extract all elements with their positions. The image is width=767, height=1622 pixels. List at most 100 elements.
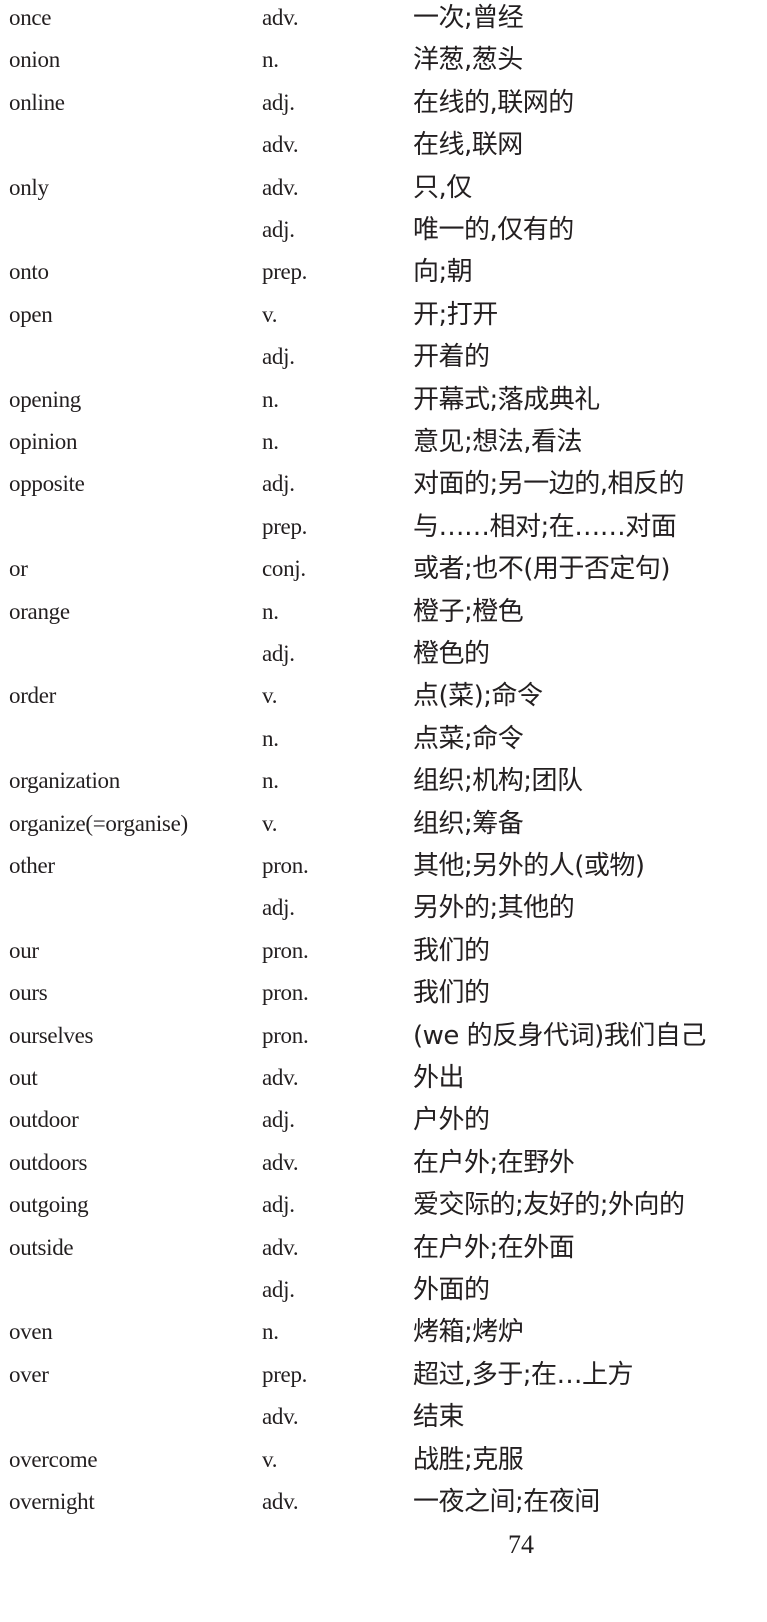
chinese-meaning: 唯一的,仅有的 — [413, 215, 574, 245]
part-of-speech: adv. — [262, 1149, 299, 1175]
vocab-entry-row: outside adv. 在户外;在外面 — [0, 1230, 767, 1272]
headword: onion — [9, 47, 60, 73]
headword: onto — [9, 259, 49, 285]
chinese-meaning: 户外的 — [413, 1105, 490, 1136]
vocab-entry-row: organization n. 组织;机构;团队 — [0, 763, 767, 805]
vocab-entry-row: organize(=organise) v. 组织;筹备 — [0, 806, 767, 848]
vocab-entry-row: order v. 点(菜);命令 — [0, 678, 767, 720]
vocab-entry-row: outdoor adj. 户外的 — [0, 1102, 767, 1144]
vocab-entry-row: n. 点菜;命令 — [0, 721, 767, 763]
part-of-speech: n. — [262, 47, 279, 73]
vocab-entry-row: adv. 在线,联网 — [0, 127, 767, 169]
chinese-meaning: 在线的,联网的 — [413, 87, 574, 118]
chinese-meaning: 洋葱,葱头 — [413, 45, 523, 76]
vocab-entry-row: adj. 唯一的,仅有的 — [0, 212, 767, 254]
headword: organize(=organise) — [9, 810, 188, 836]
part-of-speech: v. — [262, 810, 278, 836]
headword: ours — [9, 980, 48, 1006]
chinese-meaning: 外面的 — [413, 1275, 490, 1305]
chinese-meaning: 对面的;另一边的,相反的 — [413, 469, 685, 500]
chinese-meaning: 组织;机构;团队 — [413, 766, 583, 797]
part-of-speech: adv. — [262, 1234, 299, 1260]
part-of-speech: v. — [262, 683, 278, 709]
part-of-speech: n. — [262, 768, 279, 794]
part-of-speech: pron. — [262, 980, 309, 1006]
part-of-speech: adj. — [262, 895, 295, 921]
headword: or — [9, 556, 28, 582]
headword: online — [9, 89, 65, 115]
part-of-speech: adj. — [262, 1277, 295, 1302]
page-number: 74 — [508, 1530, 534, 1559]
vocab-entry-row: overcome v. 战胜;克服 — [0, 1442, 767, 1484]
headword: open — [9, 301, 53, 327]
chinese-meaning: 一夜之间;在夜间 — [413, 1487, 600, 1517]
chinese-meaning: 点(菜);命令 — [413, 681, 543, 712]
vocab-entry-row: outgoing adj. 爱交际的;友好的;外向的 — [0, 1187, 767, 1229]
chinese-meaning: 在线,联网 — [413, 130, 523, 161]
chinese-meaning: 只,仅 — [413, 172, 472, 203]
part-of-speech: n. — [262, 598, 279, 624]
part-of-speech: prep. — [262, 513, 308, 539]
part-of-speech: prep. — [262, 259, 308, 285]
chinese-meaning: 超过,多于;在…上方 — [413, 1359, 634, 1390]
vocab-entry-row: prep. 与……相对;在……对面 — [0, 509, 767, 551]
part-of-speech: adv. — [262, 132, 299, 158]
chinese-meaning: 橙色的 — [413, 639, 490, 669]
chinese-meaning: (we 的反身代词)我们自己 — [413, 1020, 706, 1051]
vocab-entry-row: opening n. 开幕式;落成典礼 — [0, 382, 767, 424]
vocab-entry-row: overnight adv. 一夜之间;在夜间 — [0, 1484, 767, 1526]
part-of-speech: v. — [262, 1446, 278, 1472]
headword: opinion — [9, 429, 78, 454]
chinese-meaning: 或者;也不(用于否定句) — [413, 554, 671, 585]
vocab-entry-row: oven n. 烤箱;烤炉 — [0, 1314, 767, 1356]
part-of-speech: adj. — [262, 1107, 295, 1133]
part-of-speech: n. — [262, 386, 279, 412]
vocab-entry-row: orange n. 橙子;橙色 — [0, 594, 767, 636]
headword: our — [9, 937, 39, 963]
part-of-speech: prep. — [262, 1361, 308, 1387]
part-of-speech: pron. — [262, 1022, 309, 1048]
vocab-entry-row: other pron. 其他;另外的人(或物) — [0, 848, 767, 890]
vocab-entry-row: outdoors adv. 在户外;在野外 — [0, 1145, 767, 1187]
part-of-speech: n. — [262, 1319, 279, 1345]
part-of-speech: adj. — [262, 89, 295, 115]
headword: ourselves — [9, 1022, 94, 1048]
vocab-entry-row: adj. 橙色的 — [0, 636, 767, 678]
headword: over — [9, 1361, 49, 1387]
chinese-meaning: 开;打开 — [413, 299, 498, 330]
chinese-meaning: 其他;另外的人(或物) — [413, 851, 645, 881]
chinese-meaning: 与……相对;在……对面 — [413, 511, 677, 542]
vocab-entry-row: adj. 另外的;其他的 — [0, 890, 767, 932]
vocab-entry-row: open v. 开;打开 — [0, 297, 767, 339]
chinese-meaning: 我们的 — [413, 935, 490, 966]
headword: opening — [9, 386, 81, 412]
chinese-meaning: 点菜;命令 — [413, 723, 524, 754]
part-of-speech: adv. — [262, 1404, 299, 1430]
part-of-speech: adj. — [262, 344, 295, 370]
headword: orange — [9, 598, 70, 624]
part-of-speech: adv. — [262, 5, 299, 30]
chinese-meaning: 开着的 — [413, 342, 490, 373]
headword: overnight — [9, 1489, 95, 1514]
chinese-meaning: 在户外;在外面 — [413, 1232, 575, 1263]
vocab-entry-row: onion n. 洋葱,葱头 — [0, 42, 767, 84]
headword: outdoor — [9, 1107, 79, 1133]
part-of-speech: adv. — [262, 1489, 299, 1514]
headword: once — [9, 5, 52, 30]
vocab-entry-row: online adj. 在线的,联网的 — [0, 85, 767, 127]
headword: organization — [9, 768, 120, 794]
vocab-entry-row: over prep. 超过,多于;在…上方 — [0, 1357, 767, 1399]
headword: order — [9, 683, 57, 709]
chinese-meaning: 向;朝 — [413, 257, 473, 288]
part-of-speech: adj. — [262, 471, 295, 497]
part-of-speech: conj. — [262, 556, 306, 582]
vocab-entry-row: ours pron. 我们的 — [0, 975, 767, 1017]
headword: oven — [9, 1319, 53, 1345]
vocab-entry-row: ourselves pron. (we 的反身代词)我们自己 — [0, 1018, 767, 1060]
chinese-meaning: 在户外;在野外 — [413, 1147, 575, 1178]
chinese-meaning: 战胜;克服 — [413, 1444, 524, 1475]
headword: out — [9, 1065, 38, 1090]
headword: outgoing — [9, 1192, 89, 1218]
headword: outdoors — [9, 1149, 88, 1175]
part-of-speech: adj. — [262, 1192, 295, 1218]
